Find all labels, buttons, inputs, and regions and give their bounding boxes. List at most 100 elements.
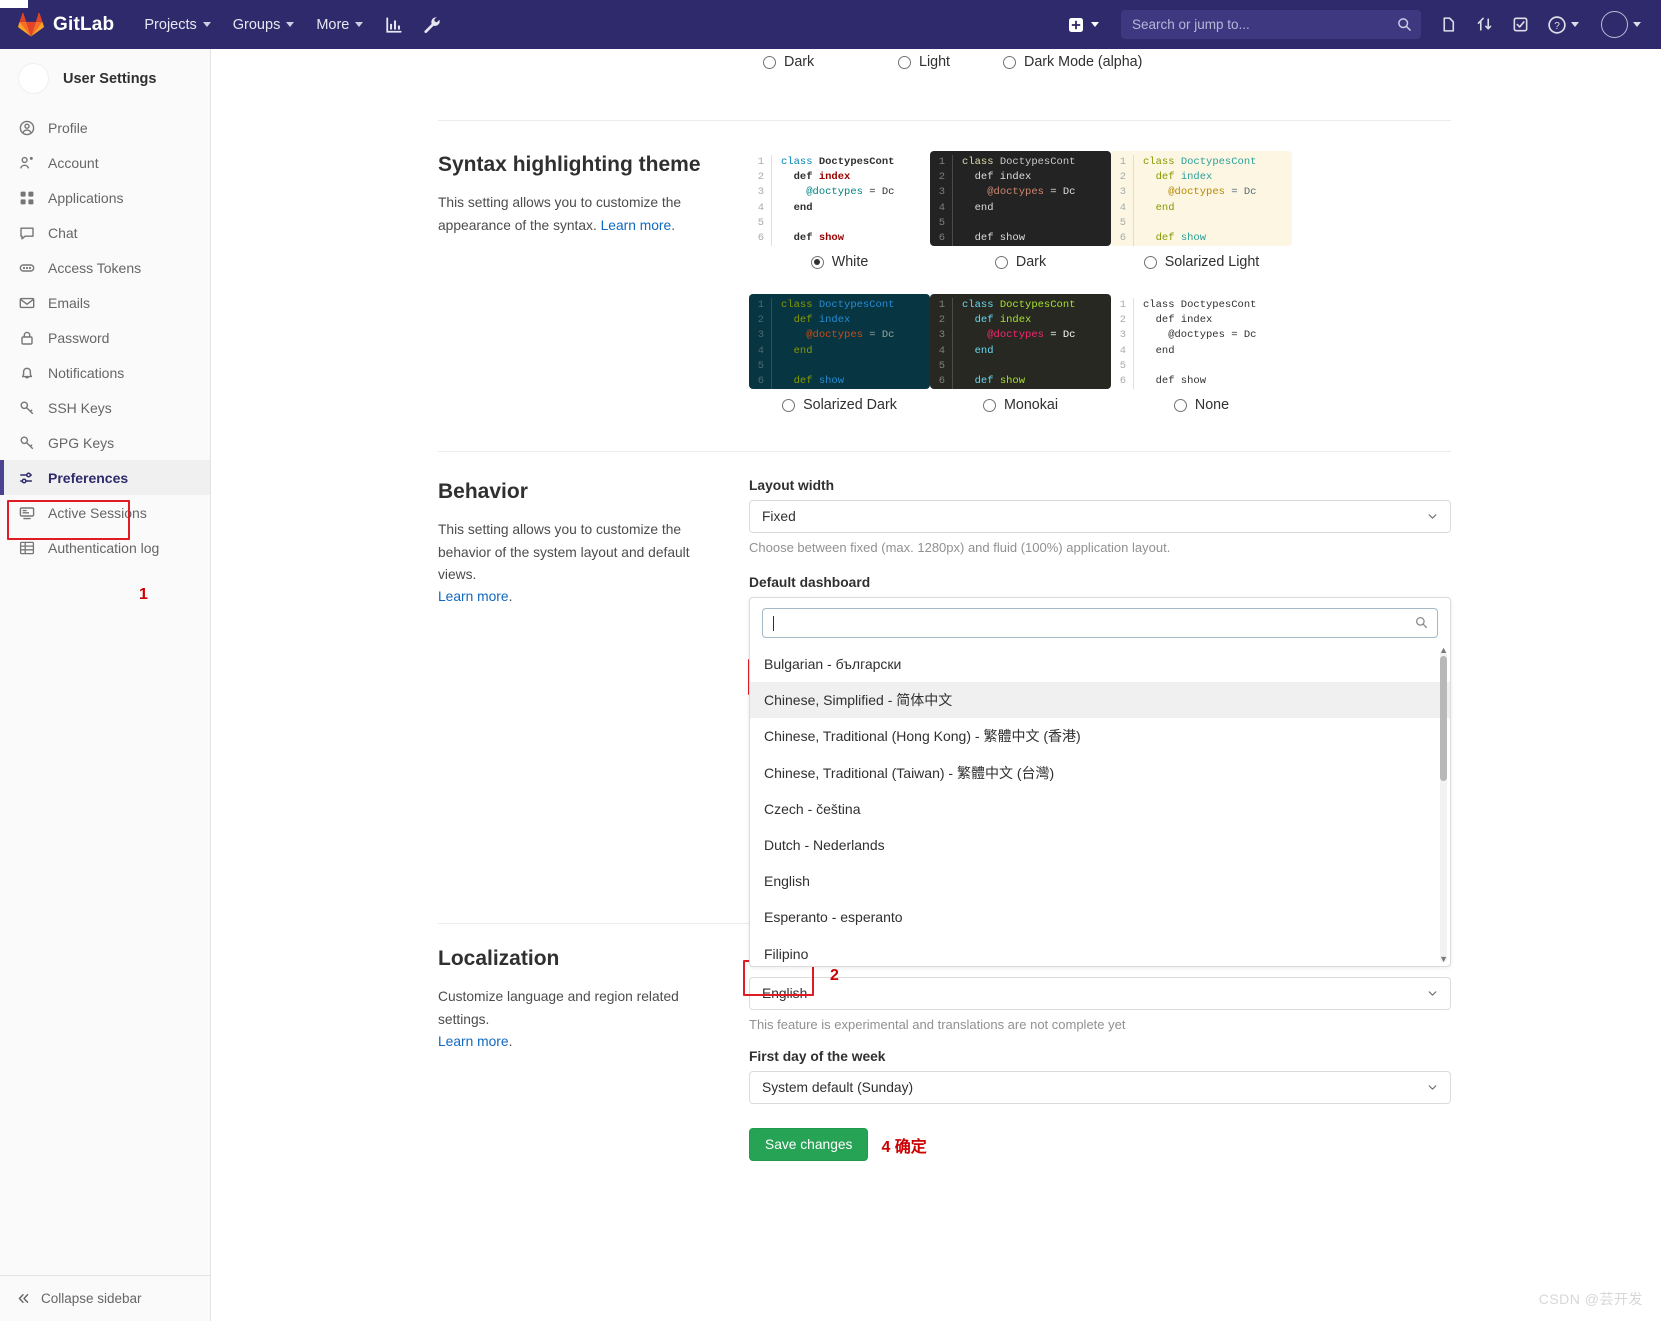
user-menu[interactable] [1601, 11, 1641, 38]
sidebar-item-label: Authentication log [48, 539, 160, 556]
dropdown-item-chinese-simplified[interactable]: Chinese, Simplified - 简体中文 [750, 682, 1450, 719]
dropdown-options-list: Bulgarian - български Chinese, Simplifie… [750, 646, 1450, 966]
radio-circle-icon [994, 255, 1008, 269]
sidebar-item-gpg-keys[interactable]: GPG Keys [0, 425, 210, 460]
sidebar-item-applications[interactable]: Applications [0, 180, 210, 215]
sidebar-item-label: Notifications [48, 364, 125, 381]
behavior-section-text: Behavior This setting allows you to cust… [438, 478, 749, 967]
sidebar-item-ssh-keys[interactable]: SSH Keys [0, 390, 210, 425]
collapse-sidebar-button[interactable]: Collapse sidebar [0, 1275, 210, 1321]
sidebar-item-label: Emails [48, 294, 91, 311]
code-text: class DoctypesCont def index @doctypes =… [952, 155, 1075, 246]
dropdown-item[interactable]: Chinese, Traditional (Taiwan) - 繁體中文 (台灣… [750, 755, 1450, 791]
radio-circle-icon [810, 255, 824, 269]
syntax-learn-more-link[interactable]: Learn more [601, 218, 672, 233]
sidebar-item-emails[interactable]: Emails [0, 285, 210, 320]
dropdown-item[interactable]: English [750, 863, 1450, 899]
sidebar-item-chat[interactable]: Chat [0, 215, 210, 250]
language-select[interactable]: English [749, 977, 1451, 1010]
dropdown-item[interactable]: Esperanto - esperanto [750, 899, 1450, 935]
syntax-radio-white[interactable]: White [810, 254, 868, 270]
line-numbers: 123456 [938, 156, 945, 245]
brand-title: GitLab [53, 13, 115, 35]
dropdown-scrollbar-thumb[interactable] [1440, 656, 1447, 781]
language-help: This feature is experimental and transla… [749, 1017, 1126, 1032]
scroll-up-arrow-icon[interactable]: ▲ [1439, 646, 1448, 655]
new-item-button[interactable] [1068, 17, 1099, 33]
search-input[interactable] [1130, 16, 1412, 33]
sidebar-item-profile[interactable]: Profile [0, 110, 210, 145]
nav-groups-label: Groups [232, 16, 281, 33]
sidebar-item-access-tokens[interactable]: Access Tokens [0, 250, 210, 285]
wrench-icon[interactable] [423, 16, 441, 34]
sidebar-item-label: Profile [48, 119, 88, 136]
line-numbers: 123456 [757, 156, 764, 245]
sidebar-item-account[interactable]: Account [0, 145, 210, 180]
merge-requests-icon[interactable] [1476, 16, 1493, 33]
dropdown-item[interactable]: Bulgarian - български [750, 646, 1450, 682]
behavior-description: This setting allows you to customize the… [438, 519, 719, 608]
token-icon [19, 263, 35, 272]
behavior-learn-more-link[interactable]: Learn more [438, 589, 509, 604]
help-icon[interactable]: ? [1548, 15, 1579, 34]
first-day-select[interactable]: System default (Sunday) [749, 1071, 1451, 1104]
nav-projects[interactable]: Projects [144, 17, 211, 33]
collapse-sidebar-label: Collapse sidebar [41, 1291, 142, 1306]
sidebar-item-notifications[interactable]: Notifications [0, 355, 210, 390]
sidebar-item-label: Applications [48, 189, 124, 206]
code-text: class DoctypesCont def index @doctypes =… [952, 298, 1075, 389]
nav-more[interactable]: More [316, 16, 364, 33]
theme-radio-dark-mode-alpha[interactable]: Dark Mode (alpha) [1003, 54, 1142, 70]
theme-option-none[interactable]: 123456 class DoctypesCont def index @doc… [1111, 294, 1292, 413]
behavior-fields: Layout width Fixed Choose between fixed … [749, 478, 1451, 967]
theme-option-monokai[interactable]: 123456 class DoctypesCont def index @doc… [930, 294, 1111, 413]
avatar [1601, 11, 1628, 38]
layout-width-select[interactable]: Fixed [749, 500, 1451, 533]
syntax-radio-solarized-light[interactable]: Solarized Light [1143, 254, 1259, 270]
page-title-behavior: Behavior [438, 480, 528, 503]
annotation-step-2: 2 [830, 967, 839, 984]
syntax-radio-none[interactable]: None [1173, 397, 1229, 413]
sidebar-title: User Settings [63, 70, 157, 87]
theme-radio-label: Dark Mode (alpha) [1024, 54, 1143, 70]
analytics-icon[interactable] [385, 16, 403, 34]
todos-icon[interactable] [1512, 16, 1529, 33]
dropdown-item[interactable]: Czech - čeština [750, 791, 1450, 827]
scroll-down-arrow-icon[interactable]: ▼ [1439, 954, 1448, 964]
issues-icon[interactable] [1440, 16, 1457, 33]
page-title-syntax: Syntax highlighting theme [438, 153, 701, 176]
svg-text:?: ? [1554, 21, 1560, 32]
sidebar-item-password[interactable]: Password [0, 320, 210, 355]
sidebar-item-label: Preferences [48, 469, 129, 486]
dropdown-search-field[interactable] [762, 608, 1438, 638]
default-dashboard-label: Default dashboard [749, 575, 871, 590]
topnav-right-cluster: ? [1068, 10, 1661, 39]
theme-option-dark[interactable]: 123456 class DoctypesCont def index @doc… [930, 151, 1111, 270]
localization-learn-more-link[interactable]: Learn more [438, 1034, 509, 1049]
code-text: class DoctypesCont def index @doctypes =… [771, 298, 894, 389]
syntax-radio-monokai[interactable]: Monokai [982, 397, 1058, 413]
theme-option-white[interactable]: 123456 class DoctypesCont def index @doc… [749, 151, 930, 270]
syntax-radio-dark[interactable]: Dark [994, 254, 1046, 270]
dropdown-item[interactable]: Chinese, Traditional (Hong Kong) - 繁體中文 … [750, 718, 1450, 754]
save-button[interactable]: Save changes [749, 1128, 869, 1161]
theme-option-solarized-light[interactable]: 123456 class DoctypesCont def index @doc… [1111, 151, 1292, 270]
dropdown-item[interactable]: Dutch - Nederlands [750, 827, 1450, 863]
text-cursor [773, 615, 774, 631]
sidebar-item-authentication-log[interactable]: Authentication log [0, 530, 210, 565]
syntax-description: This setting allows you to customize the… [438, 192, 719, 237]
syntax-radio-solarized-dark[interactable]: Solarized Dark [782, 397, 897, 413]
theme-radio-light[interactable]: Light [898, 54, 1003, 70]
user-settings-sidebar: User Settings Profile Account Applicatio… [0, 49, 211, 1321]
sidebar-item-preferences[interactable]: Preferences [0, 460, 210, 495]
period: . [508, 589, 513, 605]
global-search-box[interactable] [1121, 10, 1421, 39]
theme-radio-dark[interactable]: Dark [763, 54, 898, 70]
sliders-icon [20, 471, 33, 484]
sidebar-item-label: Account [48, 154, 99, 171]
nav-more-label: More [316, 16, 350, 33]
dropdown-item[interactable]: Filipino [750, 936, 1450, 967]
theme-option-solarized-dark[interactable]: 123456 class DoctypesCont def index @doc… [749, 294, 930, 413]
nav-groups[interactable]: Groups [233, 17, 295, 33]
sidebar-item-active-sessions[interactable]: Active Sessions [0, 495, 210, 530]
